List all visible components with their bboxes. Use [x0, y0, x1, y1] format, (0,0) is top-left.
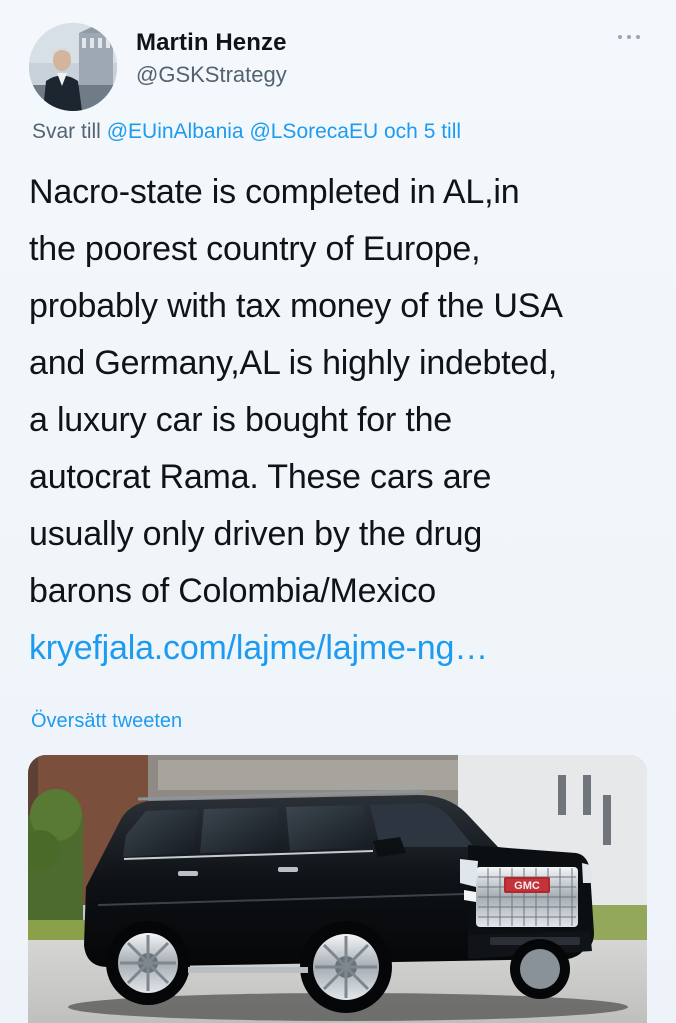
reply-more-mentions[interactable]: och 5 till [384, 120, 461, 143]
more-icon[interactable] [614, 30, 644, 44]
tweet-media-image[interactable]: GMC [28, 755, 647, 1023]
tweet-text-line: barons of Colombia/Mexico [29, 572, 436, 610]
more-dot [636, 35, 640, 39]
reply-prefix: Svar till [32, 120, 101, 143]
avatar[interactable] [29, 23, 117, 111]
tweet-text: Nacro-state is completed in AL,in the po… [29, 164, 649, 677]
suv-photo: GMC [28, 755, 647, 1023]
tweet-text-line: a luxury car is bought for the [29, 401, 453, 439]
more-dot [618, 35, 622, 39]
tweet-text-line: usually only driven by the drug [29, 515, 483, 553]
translate-tweet-link[interactable]: Översätt tweeten [31, 708, 182, 734]
tweet-text-line: autocrat Rama. These cars are [29, 458, 492, 496]
tweet-page: Martin Henze @GSKStrategy Svar till @EUi… [0, 0, 676, 1023]
tweet-text-line: probably with tax money of the USA [29, 287, 563, 325]
tweet-header: Martin Henze @GSKStrategy [22, 20, 654, 111]
author-handle[interactable]: @GSKStrategy [136, 61, 287, 89]
tweet-text-line: and Germany,AL is highly indebted, [29, 344, 558, 382]
avatar-image [29, 23, 117, 111]
reply-context: Svar till @EUinAlbania @LSorecaEU och 5 … [32, 118, 461, 146]
tweet-link[interactable]: kryefjala.com/lajme/lajme-ng… [29, 620, 649, 677]
author-name[interactable]: Martin Henze [136, 28, 287, 58]
tweet-text-line: the poorest country of Europe, [29, 230, 481, 268]
reply-mention-lsorecaeu[interactable]: @LSorecaEU [249, 120, 378, 143]
reply-mention-euinalbania[interactable]: @EUinAlbania [107, 120, 244, 143]
tweet-text-line: Nacro-state is completed in AL,in [29, 173, 520, 211]
more-dot [627, 35, 631, 39]
grille-badge: GMC [514, 880, 540, 892]
